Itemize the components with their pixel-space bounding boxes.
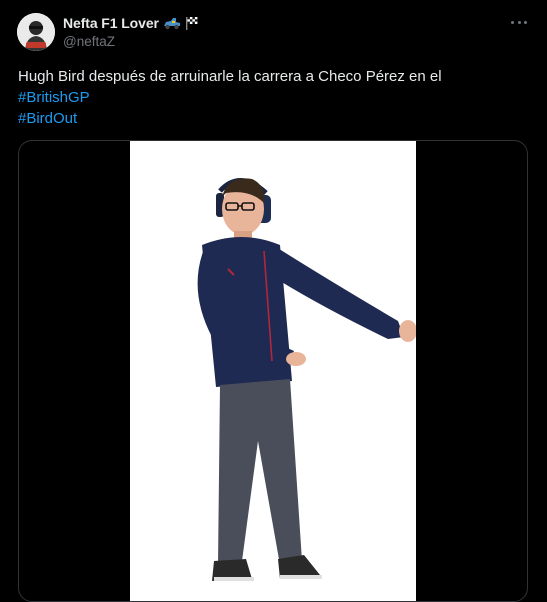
tweet-text: Hugh Bird después de arruinarle la carre…: [18, 66, 528, 129]
more-options-icon[interactable]: [511, 14, 527, 30]
name-row: Nefta F1 Lover: [63, 14, 199, 32]
avatar[interactable]: [17, 13, 55, 51]
checkered-flag-emoji-icon: [185, 16, 199, 30]
video-frame[interactable]: [130, 141, 417, 601]
racing-car-emoji-icon: [163, 16, 181, 30]
handle[interactable]: @neftaZ: [63, 34, 199, 49]
person-dancing-image: [197, 178, 417, 581]
author-block: Nefta F1 Lover @neftaZ: [63, 14, 199, 49]
avatar-image: [17, 13, 55, 51]
tweet-text-line: Hugh Bird después de arruinarle la carre…: [18, 68, 442, 85]
hashtag-birdout[interactable]: #BirdOut: [18, 108, 528, 129]
hashtag-britishgp[interactable]: #BritishGP: [18, 87, 528, 108]
tweet: Nefta F1 Lover @neftaZ Hugh Bird después…: [0, 0, 547, 602]
media-container[interactable]: [18, 140, 528, 602]
display-name[interactable]: Nefta F1 Lover: [63, 15, 159, 31]
